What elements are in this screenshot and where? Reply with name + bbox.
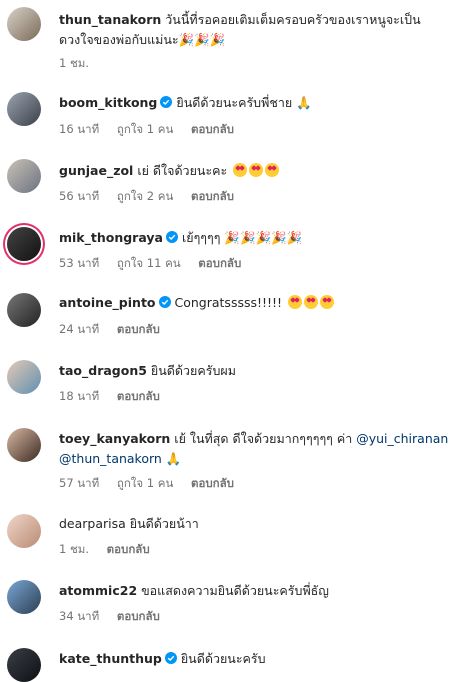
comment-time[interactable]: 1 ชม. (59, 542, 89, 556)
comment-time[interactable]: 18 นาที (59, 389, 99, 403)
comment-time[interactable]: 16 นาที (59, 122, 99, 136)
comment-time[interactable]: 24 นาที (59, 322, 99, 336)
avatar[interactable] (7, 293, 41, 327)
comment-text: ยินดีด้วยนะครับ (180, 651, 266, 666)
comment-text: ขอแสดงความยินดีด้วยนะครับพี่ธัญ (141, 583, 329, 598)
reply-button[interactable]: ตอบกลับ (198, 256, 241, 270)
heart-eyes-emoji-icon (288, 295, 303, 309)
mention-link[interactable]: @yui_chiranan (356, 431, 448, 446)
comment-meta: 16 นาที ถูกใจ 1 คน ตอบกลับ (59, 121, 248, 139)
comment-time[interactable]: 56 นาที (59, 189, 99, 203)
comment-body: boom_kitkong ยินดีด้วยนะครับพี่ชาย 🙏 (59, 93, 450, 113)
reply-button[interactable]: ตอบกลับ (191, 122, 234, 136)
avatar[interactable] (7, 648, 41, 682)
reply-button[interactable]: ตอบกลับ (117, 609, 160, 623)
comment-username[interactable]: toey_kanyakorn (59, 431, 170, 446)
reply-button[interactable]: ตอบกลับ (191, 476, 234, 490)
reply-button[interactable]: ตอบกลับ (117, 389, 160, 403)
comment-body: tao_dragon5 ยินดีด้วยครับผม (59, 361, 450, 381)
avatar[interactable] (7, 159, 41, 193)
comment-body: mik_thongraya เย้ๆๆๆๆ 🎉🎉🎉🎉🎉 (59, 228, 450, 248)
likes-count[interactable]: ถูกใจ 11 คน (117, 256, 181, 270)
comment-time[interactable]: 1 ชม. (59, 56, 89, 70)
verified-badge-icon (165, 231, 178, 243)
comment-body: atommic22 ขอแสดงความยินดีด้วยนะครับพี่ธั… (59, 581, 450, 601)
comment-time[interactable]: 34 นาที (59, 609, 99, 623)
verified-badge-icon (158, 296, 171, 308)
mention-link[interactable]: @thun_tanakorn (59, 451, 162, 466)
comment-meta: 24 นาที ตอบกลับ (59, 321, 174, 339)
comment-time[interactable]: 57 นาที (59, 476, 99, 490)
likes-count[interactable]: ถูกใจ 2 คน (117, 189, 173, 203)
comment-meta: 56 นาที ถูกใจ 2 คน ตอบกลับ (59, 188, 248, 206)
comment-body: thun_tanakorn วันนี้ที่รอคอยเติมเต็มครอบ… (59, 10, 449, 50)
avatar[interactable] (7, 514, 41, 548)
comment-text: ยินดีด้วยน้าา (129, 516, 199, 531)
heart-eyes-emoji-icon (233, 163, 248, 177)
likes-count[interactable]: ถูกใจ 1 คน (117, 476, 173, 490)
reply-button[interactable]: ตอบกลับ (107, 542, 150, 556)
comment-username[interactable]: atommic22 (59, 583, 137, 598)
comment-body: dearparisa ยินดีด้วยน้าา (59, 514, 450, 534)
comment-meta: 1 ชม. (59, 55, 103, 73)
reply-button[interactable]: ตอบกลับ (117, 322, 160, 336)
likes-count[interactable]: ถูกใจ 1 คน (117, 122, 173, 136)
comment-username[interactable]: mik_thongraya (59, 230, 163, 245)
comment-meta: 18 นาที ตอบกลับ (59, 388, 174, 406)
comment-text: เย้ ในที่สุด ดีใจด้วยมากๆๆๆๆๆ ค่า (174, 431, 353, 446)
verified-badge-icon (160, 96, 173, 108)
comment-text: ยินดีด้วยครับผม (150, 363, 236, 378)
avatar[interactable] (7, 227, 41, 261)
comment-username[interactable]: antoine_pinto (59, 295, 156, 310)
comment-meta: 57 นาที ถูกใจ 1 คน ตอบกลับ (59, 475, 248, 493)
comment-time[interactable]: 53 นาที (59, 256, 99, 270)
comment-username[interactable]: thun_tanakorn (59, 12, 161, 27)
avatar[interactable] (7, 580, 41, 614)
comment-username[interactable]: kate_thunthup (59, 651, 162, 666)
avatar[interactable] (7, 428, 41, 462)
comment-text: เย้ๆๆๆๆ 🎉🎉🎉🎉🎉 (181, 230, 303, 245)
avatar[interactable] (7, 92, 41, 126)
comment-text: เย่ ดีใจด้วยนะคะ (137, 163, 228, 178)
heart-eyes-emoji-icon (320, 295, 335, 309)
comment-meta: 34 นาที ตอบกลับ (59, 608, 174, 626)
heart-eyes-emoji-icon (304, 295, 319, 309)
comment-meta: 1 ชม. ตอบกลับ (59, 541, 164, 559)
comment-text-end: 🙏 (165, 451, 182, 466)
avatar[interactable] (7, 7, 41, 41)
reply-button[interactable]: ตอบกลับ (191, 189, 234, 203)
verified-badge-icon (164, 652, 177, 664)
heart-eyes-emoji-icon (249, 163, 264, 177)
comment-username[interactable]: boom_kitkong (59, 95, 157, 110)
comment-username[interactable]: gunjae_zol (59, 163, 133, 178)
comment-body: antoine_pinto Congratsssss!!!!! (59, 293, 450, 313)
comment-meta: 53 นาที ถูกใจ 11 คน ตอบกลับ (59, 255, 255, 273)
avatar[interactable] (7, 360, 41, 394)
comment-body: toey_kanyakorn เย้ ในที่สุด ดีใจด้วยมากๆ… (59, 429, 449, 469)
comment-username: dearparisa (59, 516, 126, 531)
heart-eyes-emoji-icon (265, 163, 280, 177)
comment-username[interactable]: tao_dragon5 (59, 363, 147, 378)
comment-text: Congratsssss!!!!! (174, 295, 283, 310)
comment-body: gunjae_zol เย่ ดีใจด้วยนะคะ (59, 161, 450, 181)
comment-text: ยินดีด้วยนะครับพี่ชาย 🙏 (176, 95, 312, 110)
comment-body: kate_thunthup ยินดีด้วยนะครับ (59, 649, 450, 669)
